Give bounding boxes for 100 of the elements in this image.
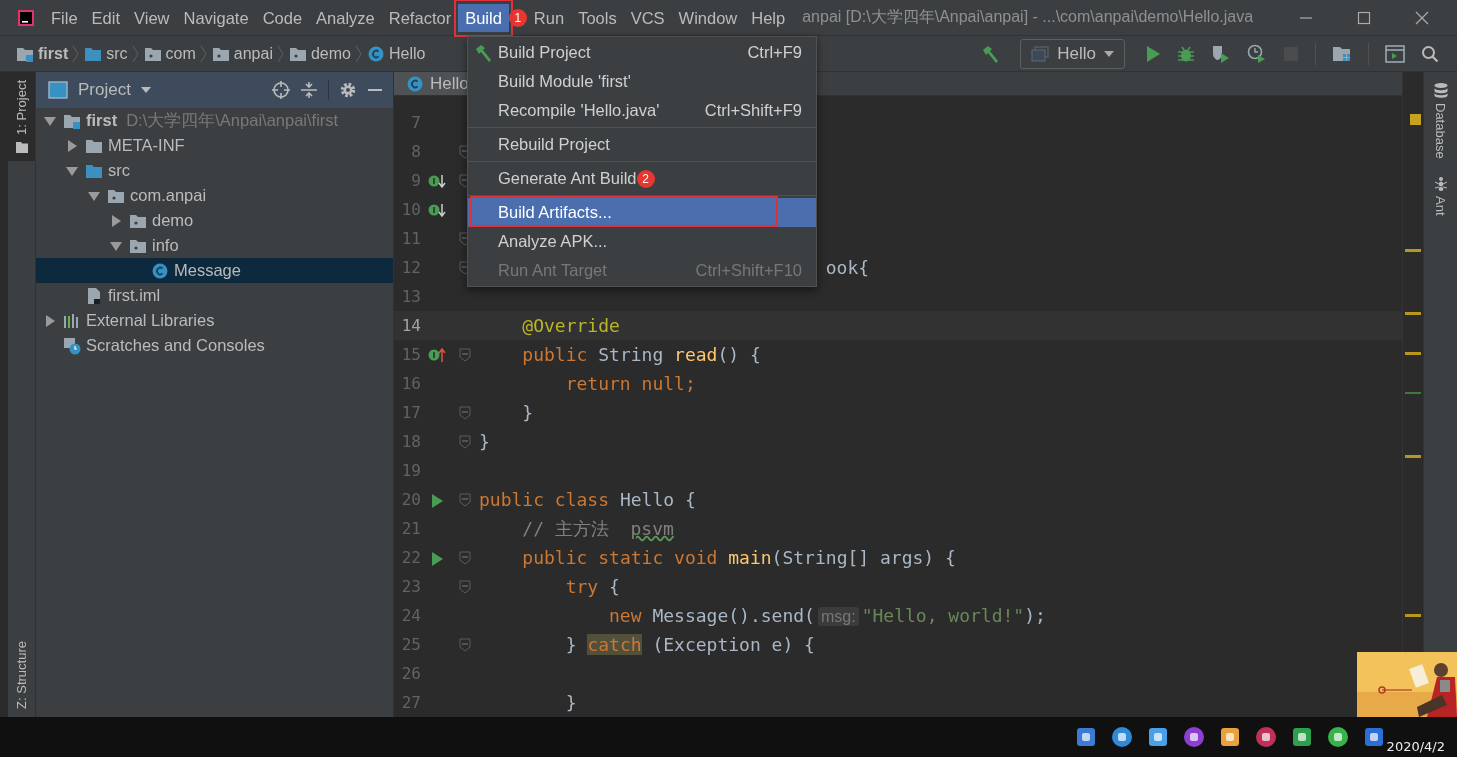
app-icon[interactable] bbox=[1219, 726, 1241, 748]
run-icon[interactable] bbox=[1145, 44, 1161, 63]
menu-item[interactable]: Analyze bbox=[309, 3, 382, 32]
tree-item[interactable]: com.anpai bbox=[36, 183, 393, 208]
tree-item[interactable]: External Libraries bbox=[36, 308, 393, 333]
run-configuration-dropdown[interactable]: Hello bbox=[1020, 38, 1125, 69]
menu-item[interactable]: Recompile 'Hello.java' Ctrl+Shift+F9 bbox=[468, 96, 816, 125]
code-line: public String read() { bbox=[521, 344, 761, 365]
fold-marker-icon[interactable] bbox=[458, 434, 471, 449]
app-icon[interactable] bbox=[1291, 726, 1313, 748]
chevron-icon bbox=[276, 43, 285, 64]
project-structure-icon[interactable] bbox=[1332, 44, 1352, 63]
menu-item[interactable]: Code bbox=[255, 3, 310, 32]
caret-icon[interactable] bbox=[140, 87, 151, 93]
line-number: 25 bbox=[400, 635, 421, 654]
close-icon[interactable] bbox=[1415, 10, 1429, 25]
tool-window-tab[interactable]: Database bbox=[1432, 82, 1449, 159]
collapsed-arrow-icon[interactable] bbox=[110, 214, 122, 227]
tree-item[interactable]: info bbox=[36, 233, 393, 258]
line-number: 10 bbox=[400, 200, 421, 219]
app-icon[interactable] bbox=[1147, 726, 1169, 748]
app-logo-icon[interactable] bbox=[17, 8, 35, 27]
console-window-icon[interactable] bbox=[1385, 44, 1405, 63]
tool-window-tab[interactable]: 1: Project bbox=[8, 72, 35, 161]
menu-item[interactable]: Build Artifacts... bbox=[468, 198, 816, 227]
expanded-arrow-icon[interactable] bbox=[88, 189, 100, 202]
app-icon[interactable] bbox=[1183, 726, 1205, 748]
shield-run-icon[interactable] bbox=[1211, 43, 1231, 64]
menu-item[interactable]: Navigate bbox=[176, 3, 256, 32]
tree-item[interactable]: src bbox=[36, 158, 393, 183]
menu-item[interactable]: View bbox=[127, 3, 177, 32]
search-icon[interactable] bbox=[1421, 44, 1439, 63]
implemented-marker-icon[interactable] bbox=[427, 172, 446, 189]
hammer-icon[interactable] bbox=[980, 43, 1001, 64]
menu-item[interactable]: Build bbox=[458, 3, 509, 32]
breadcrumb-item[interactable]: anpai bbox=[211, 44, 273, 63]
menu-item[interactable]: VCS bbox=[623, 3, 672, 32]
line-number: 26 bbox=[400, 664, 421, 683]
locate-icon[interactable] bbox=[272, 81, 290, 99]
menu-item[interactable]: Refactor bbox=[381, 3, 459, 32]
breadcrumb-item[interactable]: demo bbox=[288, 44, 351, 63]
clock-run-icon[interactable] bbox=[1247, 43, 1267, 64]
menu-item[interactable]: Edit bbox=[84, 3, 128, 32]
implemented-marker-icon[interactable] bbox=[427, 201, 446, 218]
expanded-arrow-icon[interactable] bbox=[44, 114, 56, 127]
menu-item[interactable]: File bbox=[44, 3, 85, 32]
fold-marker-icon[interactable] bbox=[458, 405, 471, 420]
collapsed-arrow-icon[interactable] bbox=[66, 139, 78, 152]
menu-item[interactable]: Build Project Ctrl+F9 bbox=[468, 38, 816, 67]
line-number: 17 bbox=[400, 403, 421, 422]
fold-marker-icon[interactable] bbox=[458, 550, 471, 565]
line-number: 13 bbox=[400, 287, 421, 306]
code-line: public static void main(String[] args) { bbox=[521, 547, 956, 568]
breadcrumb-item[interactable]: src bbox=[84, 44, 128, 63]
tool-window-tab[interactable]: Z: Structure bbox=[8, 633, 35, 717]
breadcrumb-item[interactable]: com bbox=[143, 44, 196, 63]
expanded-arrow-icon[interactable] bbox=[110, 239, 122, 252]
app-icon[interactable] bbox=[1075, 726, 1097, 748]
code-line: } bbox=[564, 692, 577, 713]
collapse-all-icon[interactable] bbox=[300, 81, 318, 99]
menu-item[interactable]: Run bbox=[526, 3, 572, 32]
settings-icon[interactable] bbox=[339, 81, 357, 99]
panel-title[interactable]: Project bbox=[78, 80, 131, 100]
tree-item[interactable]: first.iml bbox=[36, 283, 393, 308]
menu-item[interactable]: Window bbox=[671, 3, 745, 32]
application-icon bbox=[1031, 45, 1050, 62]
bug-icon[interactable] bbox=[1177, 44, 1195, 63]
line-number: 27 bbox=[400, 693, 421, 712]
caret-icon bbox=[1104, 50, 1114, 57]
fold-marker-icon[interactable] bbox=[458, 492, 471, 507]
app-icon[interactable] bbox=[1363, 726, 1385, 748]
app-icon[interactable] bbox=[1255, 726, 1277, 748]
taskbar-date: 2020/4/2 bbox=[1386, 739, 1445, 754]
file-icon bbox=[85, 286, 103, 305]
breadcrumb-item[interactable]: first bbox=[16, 44, 69, 63]
menu-item[interactable]: Rebuild Project bbox=[468, 130, 816, 159]
app-icon[interactable] bbox=[1111, 726, 1133, 748]
menu-item[interactable]: Generate Ant Build 2 bbox=[468, 164, 816, 193]
line-number: 21 bbox=[400, 519, 421, 538]
tree-item[interactable]: Scratches and Consoles bbox=[36, 333, 393, 358]
tree-item[interactable]: demo bbox=[36, 208, 393, 233]
tree-item[interactable]: META-INF bbox=[36, 133, 393, 158]
line-number: 9 bbox=[410, 171, 421, 190]
menu-item[interactable]: Analyze APK... bbox=[468, 227, 816, 256]
fold-marker-icon[interactable] bbox=[458, 579, 471, 594]
tool-window-tab[interactable]: Ant bbox=[1432, 174, 1449, 216]
tree-item[interactable]: Message bbox=[36, 258, 393, 283]
app-icon[interactable] bbox=[1327, 726, 1349, 748]
overrides-marker-icon[interactable] bbox=[427, 346, 446, 363]
menu-item[interactable]: Help bbox=[744, 3, 793, 32]
expanded-arrow-icon[interactable] bbox=[66, 164, 78, 177]
tree-item[interactable]: first D:\大学四年\Anpai\anpai\first bbox=[36, 108, 393, 133]
breadcrumb-item[interactable]: Hello bbox=[367, 44, 426, 63]
menu-item[interactable]: Tools bbox=[571, 3, 624, 32]
maximize-icon[interactable] bbox=[1357, 10, 1371, 25]
fold-marker-icon[interactable] bbox=[458, 347, 471, 362]
class-icon bbox=[367, 44, 385, 63]
collapsed-arrow-icon[interactable] bbox=[44, 314, 56, 327]
fold-marker-icon[interactable] bbox=[458, 637, 471, 652]
code-line: @Override bbox=[521, 315, 620, 336]
